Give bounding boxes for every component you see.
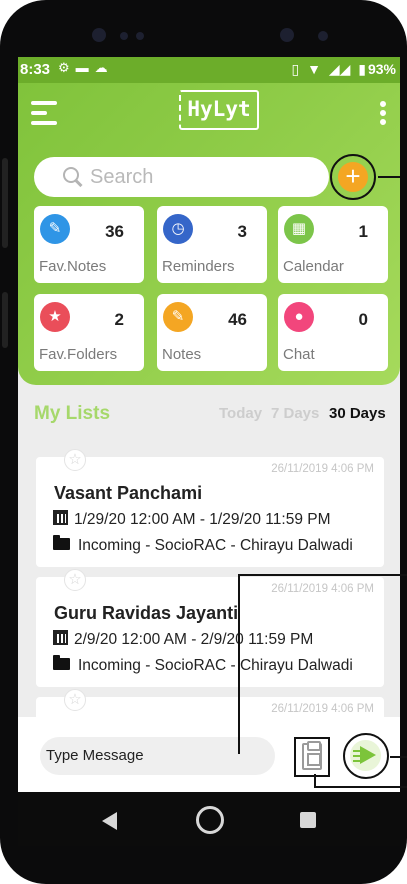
recent-apps-icon[interactable] — [300, 812, 316, 828]
search-input[interactable]: Search — [90, 166, 153, 189]
annotation-line — [238, 574, 407, 576]
status-right: ▯ ▼ ◢◢ ▮ 93% — [287, 61, 396, 78]
clock-icon: ◷ — [163, 214, 193, 244]
item-date: 26/11/2019 4:06 PM — [271, 703, 374, 715]
back-icon[interactable] — [102, 812, 117, 830]
item-source-text: Incoming - SocioRAC - Chirayu Dalwadi — [78, 657, 353, 674]
send-icon — [353, 750, 361, 765]
tile-count: 1 — [358, 222, 368, 241]
item-date: 26/11/2019 4:06 PM — [271, 463, 374, 475]
item-time: 1/29/20 12:00 AM - 1/29/20 11:59 PM — [53, 510, 331, 529]
app-logo: HyLyt — [179, 90, 259, 130]
tile-label: Fav.Folders — [39, 346, 118, 363]
tile-reminders[interactable]: ◷ 3 Reminders — [157, 206, 267, 283]
phone-sensors — [60, 14, 350, 60]
compose-bar: Type Message — [18, 717, 400, 792]
annotation-line — [314, 786, 407, 788]
item-date: 26/11/2019 4:06 PM — [271, 583, 374, 595]
clipboard-icon[interactable] — [302, 741, 322, 770]
system-nav-bar — [18, 792, 400, 846]
tile-count: 36 — [105, 222, 124, 241]
item-time-text: 2/9/20 12:00 AM - 2/9/20 11:59 PM — [74, 631, 314, 648]
item-title: Vasant Panchami — [54, 483, 203, 503]
item-source: Incoming - SocioRAC - Chirayu Dalwadi — [53, 535, 353, 555]
item-source-text: Incoming - SocioRAC - Chirayu Dalwadi — [78, 537, 353, 554]
search-icon — [62, 166, 84, 188]
add-button[interactable]: + — [338, 162, 368, 192]
more-options-icon[interactable] — [380, 101, 388, 127]
tile-label: Fav.Notes — [39, 258, 107, 275]
item-time-text: 1/29/20 12:00 AM - 1/29/20 11:59 PM — [74, 511, 331, 528]
annotation-line — [238, 574, 240, 754]
item-source: Incoming - SocioRAC - Chirayu Dalwadi — [53, 655, 353, 675]
tile-fav-folders[interactable]: ★ 2 Fav.Folders — [34, 294, 144, 371]
tile-count: 46 — [228, 310, 247, 329]
chat-bubble-icon: ● — [284, 302, 314, 332]
status-time: 8:33 — [20, 61, 51, 78]
home-icon[interactable] — [196, 806, 224, 834]
search-bar[interactable]: Search — [34, 157, 329, 197]
clipboard-highlight — [294, 737, 330, 777]
tile-notes[interactable]: ✎ 46 Notes — [157, 294, 267, 371]
item-title: Guru Ravidas Jayanti — [54, 603, 239, 623]
folder-icon — [53, 535, 70, 550]
menu-icon[interactable] — [31, 101, 59, 127]
item-time: 2/9/20 12:00 AM - 2/9/20 11:59 PM — [53, 630, 313, 649]
list-item[interactable]: ☆ 26/11/2019 4:06 PM Guru Ravidas Jayant… — [36, 569, 384, 687]
annotation-line — [390, 756, 407, 758]
notification-icons: ⚙▬☁ — [58, 60, 114, 75]
add-button-highlight: + — [330, 154, 376, 200]
my-lists-title: My Lists — [34, 403, 111, 424]
calendar-icon — [53, 630, 68, 645]
star-icon[interactable]: ☆ — [64, 449, 86, 471]
battery-icon: ▮ — [358, 61, 366, 77]
filter-30-days[interactable]: 30 Days — [329, 405, 386, 422]
tile-calendar[interactable]: ▦ 1 Calendar — [278, 206, 388, 283]
note-icon: ✎ — [163, 302, 193, 332]
power-button — [2, 292, 8, 348]
folder-star-icon: ★ — [40, 302, 70, 332]
star-icon[interactable]: ☆ — [64, 569, 86, 591]
phone-frame: 8:33 ⚙▬☁ ▯ ▼ ◢◢ ▮ 93% HyLyt Search + ✎ 3… — [0, 0, 407, 884]
list-item[interactable]: ☆ 26/11/2019 4:06 PM Vasant Panchami 1/2… — [36, 449, 384, 567]
note-star-icon: ✎ — [40, 214, 70, 244]
tile-label: Calendar — [283, 258, 344, 275]
header-panel: 8:33 ⚙▬☁ ▯ ▼ ◢◢ ▮ 93% HyLyt Search + ✎ 3… — [18, 57, 400, 385]
tile-label: Reminders — [162, 258, 235, 275]
filter-7-days[interactable]: 7 Days — [271, 405, 319, 422]
front-camera-icon — [280, 28, 294, 42]
app-screen: 8:33 ⚙▬☁ ▯ ▼ ◢◢ ▮ 93% HyLyt Search + ✎ 3… — [18, 57, 400, 792]
send-button[interactable] — [350, 740, 381, 771]
folder-icon — [53, 655, 70, 670]
send-highlight — [343, 733, 389, 779]
star-icon[interactable]: ☆ — [64, 689, 86, 711]
wifi-icon: ▼ — [307, 61, 321, 77]
filter-today[interactable]: Today — [219, 405, 262, 422]
tile-count: 0 — [358, 310, 368, 329]
camera-icon — [92, 28, 106, 42]
signal-icon: ◢◢ — [328, 61, 351, 77]
annotation-line — [378, 176, 400, 178]
tile-label: Notes — [162, 346, 202, 363]
vibrate-icon: ▯ — [291, 61, 300, 77]
tile-chat[interactable]: ● 0 Chat — [278, 294, 388, 371]
calendar-icon — [53, 510, 68, 525]
status-bar: 8:33 ⚙▬☁ ▯ ▼ ◢◢ ▮ 93% — [18, 57, 400, 83]
volume-button — [2, 158, 8, 248]
tile-count: 3 — [237, 222, 247, 241]
tile-fav-notes[interactable]: ✎ 36 Fav.Notes — [34, 206, 144, 283]
lists-header: My Lists Today 7 Days 30 Days — [18, 397, 400, 427]
tile-label: Chat — [283, 346, 315, 363]
tile-count: 2 — [114, 310, 124, 329]
calendar-icon: ▦ — [284, 214, 314, 244]
battery-level: 93% — [367, 61, 396, 77]
